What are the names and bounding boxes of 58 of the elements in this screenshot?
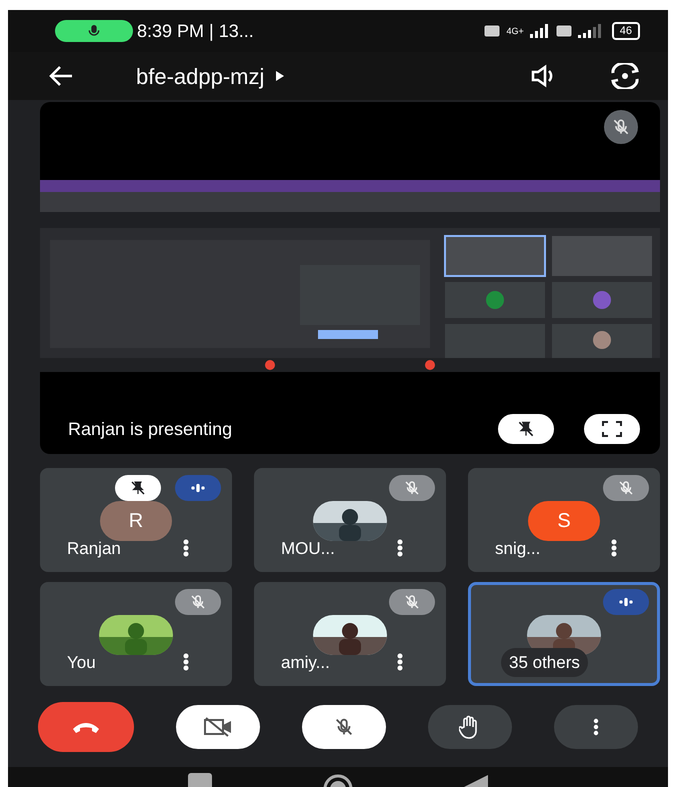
unpin-icon [516,419,536,439]
more-options-button[interactable] [183,539,189,558]
status-time: 8:39 PM | 13... [137,20,254,43]
signal-icon [578,24,602,38]
back-nav-button[interactable] [464,773,488,787]
fullscreen-button[interactable] [584,414,640,444]
mic-off-icon [611,117,631,137]
more-vert-icon [397,539,403,558]
play-triangle-icon [276,71,284,81]
more-options-button[interactable] [183,653,189,672]
more-options-button[interactable] [397,653,403,672]
camera-flip-icon [608,63,642,89]
participant-tile[interactable]: You [40,582,232,686]
home-button[interactable] [322,773,354,787]
participant-tile[interactable]: 35 others [468,582,660,686]
avatar: S [528,501,600,541]
mic-toggle-button[interactable] [302,705,386,749]
more-vert-icon [183,539,189,558]
volte-icon [484,25,500,37]
meeting-code[interactable]: bfe-adpp-mzj [136,60,264,92]
more-options-button[interactable] [611,539,617,558]
mic-off-icon [403,479,421,497]
more-options-button[interactable] [397,539,403,558]
mic-off-icon [189,593,207,611]
camera-toggle-button[interactable] [176,705,260,749]
presenter-caption: Ranjan is presenting [68,418,232,441]
volte-icon [556,25,572,37]
raise-hand-button[interactable] [428,705,512,749]
mic-off-icon [403,593,421,611]
call-indicator[interactable] [55,20,133,42]
back-button[interactable] [48,65,74,87]
participant-tile[interactable]: R Ranjan [40,468,232,572]
switch-camera-button[interactable] [608,63,642,89]
participant-tile[interactable]: MOU... [254,468,446,572]
fullscreen-icon [602,421,622,437]
more-vert-icon [593,718,599,736]
participant-tile[interactable]: S snig... [468,468,660,572]
more-vert-icon [397,653,403,672]
unpin-icon [129,479,147,497]
participant-count[interactable]: 35 others [501,648,588,677]
mic-off-icon [333,716,355,738]
end-call-button[interactable] [38,702,134,752]
camera-off-icon [203,716,233,738]
network-type: 4G+ [506,26,524,36]
participant-name: amiy... [281,652,330,674]
participant-name: You [67,652,96,674]
hang-up-icon [71,720,101,734]
avatar: R [100,501,172,541]
mic-off-icon [617,479,635,497]
back-arrow-icon [48,65,74,87]
unpin-button[interactable] [498,414,554,444]
more-vert-icon [611,539,617,558]
battery-level: 46 [612,22,640,40]
participant-name: MOU... [281,538,335,560]
triangle-icon [464,773,488,787]
more-vert-icon [183,653,189,672]
signal-icon [530,24,550,38]
participant-tile[interactable]: amiy... [254,582,446,686]
